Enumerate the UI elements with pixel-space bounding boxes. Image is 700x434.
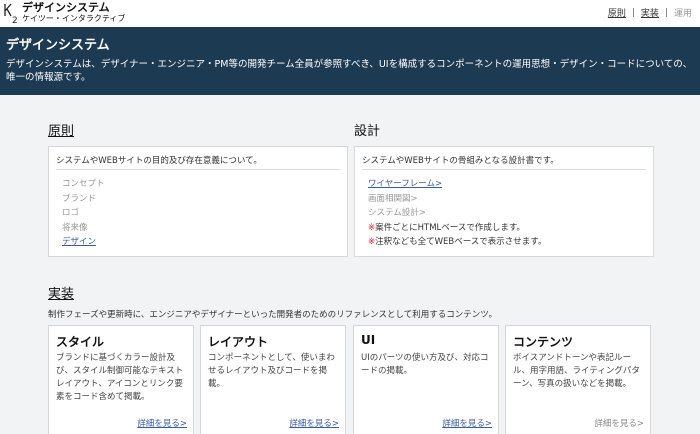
logo-subtitle: ケイツー・インタラクティブ — [22, 14, 126, 23]
principles-heading[interactable]: 原則 — [48, 120, 74, 139]
details-link[interactable]: 詳細を見る> — [137, 417, 187, 429]
nav-operation: 運用 — [673, 9, 692, 19]
card-layout: レイアウト コンポーネントとして、使いまわせるレイアウト及びコードを掲載。 詳細… — [200, 325, 346, 434]
card-title: コンテンツ — [513, 335, 574, 349]
details-link[interactable]: 詳細を見る> — [289, 417, 339, 429]
card-title: スタイル — [56, 335, 105, 349]
note-item: ※注釈なども全てWEBベースで表示させます。 — [368, 237, 547, 247]
card-title: レイアウト — [208, 335, 269, 349]
card-body: ブランドに基づくカラー設計及び、スタイル制御可能なテキストレイアウト、アイコンと… — [56, 353, 184, 402]
page-title: デザインシステム — [6, 38, 110, 53]
design-link[interactable]: デザイン — [62, 235, 105, 250]
card-contents: コンテンツ ボイスアンドトーンや表記ルール、用字用語、ライティングパターン、写真… — [505, 325, 651, 434]
svg-text:2: 2 — [12, 16, 18, 24]
top-nav: 原則 | 実装 | 運用 — [608, 6, 692, 20]
list-item: システム設計> — [368, 208, 426, 218]
list-item: ブランド — [62, 193, 97, 204]
design-box: システムやWEBサイトの骨組みとなる設計書です。 ワイヤーフレーム> 画面相関図… — [354, 146, 654, 257]
details-link[interactable]: 詳細を見る> — [442, 417, 492, 429]
list-item: 画面相関図> — [368, 193, 418, 204]
top-bar: 2 デザインシステム ケイツー・インタラクティブ 原則 | 実装 | 運用 — [0, 0, 700, 27]
list-item: コンセプト — [62, 179, 105, 189]
card-ui: UI UIのパーツの使い方及び、対応コードの掲載。 詳細を見る> — [353, 325, 499, 434]
card-title: UI — [361, 333, 376, 347]
principles-intro: システムやWEBサイトの目的及び存在意義について。 — [56, 156, 262, 166]
logo-title: デザインシステム — [22, 1, 110, 14]
k2-logo-icon: 2 — [2, 2, 20, 26]
card-body: コンポーネントとして、使いまわせるレイアウト及びコードを掲載。 — [208, 353, 335, 389]
divider — [362, 169, 646, 170]
nav-implementation[interactable]: 実装 — [641, 6, 659, 19]
design-intro: システムやWEBサイトの骨組みとなる設計書です。 — [362, 156, 559, 166]
principles-list: コンセプト ブランド ロゴ 将来像 デザイン — [62, 177, 105, 250]
implementation-description: 制作フェーズや更新時に、エンジニアやデザイナーといった開発者のためのリファレンス… — [48, 310, 497, 320]
principles-box: システムやWEBサイトの目的及び存在意義について。 コンセプト ブランド ロゴ … — [48, 146, 348, 257]
card-style: スタイル ブランドに基づくカラー設計及び、スタイル制御可能なテキストレイアウト、… — [48, 325, 194, 434]
note-item: ※案件ごとにHTMLベースで作成します。 — [368, 222, 526, 233]
design-heading: 設計 — [354, 124, 381, 139]
design-list: ワイヤーフレーム> 画面相関図> システム設計> ※案件ごとにHTMLベースで作… — [368, 177, 546, 250]
hero-description: デザインシステムは、デザイナー・エンジニア・PM等の開発チーム全員が参照すべき、… — [6, 59, 693, 83]
nav-separator: | — [664, 7, 668, 18]
list-item: 将来像 — [62, 222, 88, 233]
list-item: ロゴ — [62, 208, 80, 218]
nav-separator: | — [631, 7, 635, 18]
divider — [56, 169, 340, 170]
card-body: UIのパーツの使い方及び、対応コードの掲載。 — [361, 353, 489, 376]
details-link: 詳細を見る> — [594, 419, 644, 429]
logo[interactable]: 2 デザインシステム ケイツー・インタラクティブ — [2, 1, 126, 26]
implementation-heading[interactable]: 実装 — [48, 283, 74, 302]
wireframe-link[interactable]: ワイヤーフレーム> — [368, 177, 546, 192]
card-body: ボイスアンドトーンや表記ルール、用字用語、ライティングパターン、写真の扱いなどを… — [513, 353, 640, 389]
nav-principles[interactable]: 原則 — [608, 6, 626, 19]
hero-banner: デザインシステム デザインシステムは、デザイナー・エンジニア・PM等の開発チーム… — [0, 27, 700, 95]
